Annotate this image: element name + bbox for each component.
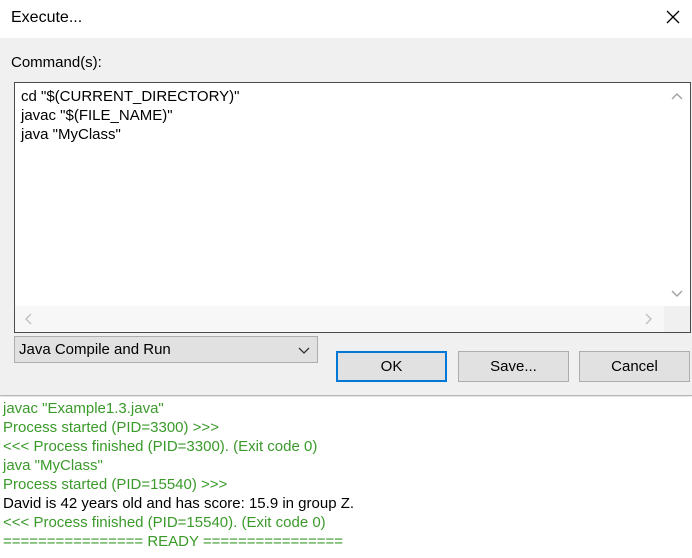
preset-select[interactable]: Java Compile and Run [14, 336, 318, 363]
commands-editor[interactable]: cd "$(CURRENT_DIRECTORY)" javac "$(FILE_… [14, 82, 691, 333]
horizontal-scrollbar[interactable] [15, 306, 664, 332]
chevron-down-icon [298, 347, 310, 354]
close-icon[interactable] [660, 4, 686, 30]
vertical-scrollbar[interactable] [664, 83, 690, 307]
dialog-title: Execute... [11, 9, 83, 26]
commands-label: Command(s): [11, 54, 102, 71]
console-line: <<< Process finished (PID=3300). (Exit c… [3, 438, 318, 455]
execute-dialog: Execute... Command(s): cd "$(CURRENT_DIR… [0, 0, 692, 396]
preset-selected-value: Java Compile and Run [19, 341, 171, 358]
save-button[interactable]: Save... [458, 351, 569, 382]
scroll-left-icon[interactable] [21, 311, 37, 327]
scroll-right-icon[interactable] [640, 311, 656, 327]
console-line: <<< Process finished (PID=15540). (Exit … [3, 514, 326, 531]
scrollbar-corner [664, 306, 690, 332]
commands-text[interactable]: cd "$(CURRENT_DIRECTORY)" javac "$(FILE_… [21, 87, 239, 144]
cancel-button[interactable]: Cancel [579, 351, 690, 382]
console-line: javac "Example1.3.java" [3, 400, 164, 417]
scroll-up-icon[interactable] [669, 89, 685, 105]
title-bar: Execute... [0, 0, 692, 38]
console-line: java "MyClass" [3, 457, 103, 474]
scroll-down-icon[interactable] [669, 285, 685, 301]
output-console: javac "Example1.3.java" Process started … [0, 397, 692, 558]
console-line: Process started (PID=15540) >>> [3, 476, 228, 493]
console-line: Process started (PID=3300) >>> [3, 419, 219, 436]
console-ready-line: ================ READY ================ [3, 533, 344, 550]
ok-button[interactable]: OK [336, 351, 447, 382]
console-line: David is 42 years old and has score: 15.… [3, 495, 355, 512]
